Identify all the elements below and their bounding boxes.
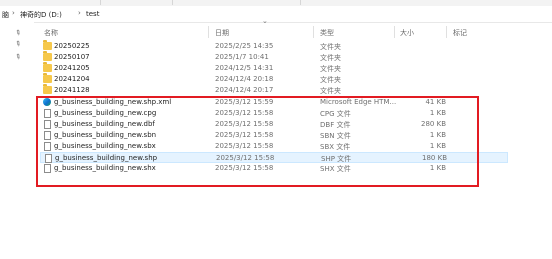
column-header-size[interactable]: 大小 bbox=[400, 28, 414, 38]
file-date: 2025/1/7 10:41 bbox=[215, 53, 269, 61]
file-type: 文件夹 bbox=[320, 65, 341, 73]
list-item[interactable]: 20241128 2024/12/4 20:17 文件夹 bbox=[40, 84, 508, 96]
breadcrumb-drive-d[interactable]: 神奇的D (D:) bbox=[20, 10, 62, 20]
sort-chevron-icon: ⌄ bbox=[262, 17, 268, 25]
column-header-tag[interactable]: 标记 bbox=[453, 28, 467, 38]
folder-icon bbox=[43, 84, 52, 94]
column-header-row: 名称 日期 类型 大小 标记 bbox=[34, 24, 552, 38]
file-date: 2024/12/5 14:31 bbox=[215, 64, 274, 72]
ribbon-divider bbox=[172, 0, 173, 5]
list-item[interactable]: 20241205 2024/12/5 14:31 文件夹 bbox=[40, 62, 508, 74]
column-header-type[interactable]: 类型 bbox=[320, 28, 334, 38]
column-divider[interactable] bbox=[313, 26, 314, 38]
column-divider[interactable] bbox=[446, 26, 447, 38]
folder-icon bbox=[43, 62, 52, 72]
highlight-annotation-box bbox=[36, 96, 479, 187]
list-item[interactable]: 20250225 2025/2/25 14:35 文件夹 bbox=[40, 40, 508, 52]
file-type: 文件夹 bbox=[320, 43, 341, 51]
file-name: 20250107 bbox=[54, 53, 90, 61]
file-name: 20241205 bbox=[54, 64, 90, 72]
list-item[interactable]: 20250107 2025/1/7 10:41 文件夹 bbox=[40, 51, 508, 63]
chevron-right-icon[interactable]: › bbox=[12, 9, 15, 17]
file-date: 2024/12/4 20:18 bbox=[215, 75, 274, 83]
folder-icon bbox=[43, 40, 52, 50]
column-divider[interactable] bbox=[394, 26, 395, 38]
file-type: 文件夹 bbox=[320, 87, 341, 95]
folder-icon bbox=[43, 73, 52, 83]
navigation-pane: ✎ ✎ ✎ bbox=[0, 22, 34, 259]
column-header-date[interactable]: 日期 bbox=[215, 28, 229, 38]
column-header-name[interactable]: 名称 bbox=[44, 28, 58, 38]
pin-icon[interactable]: ✎ bbox=[13, 39, 22, 49]
chevron-right-icon[interactable]: › bbox=[78, 9, 81, 17]
file-date: 2025/2/25 14:35 bbox=[215, 42, 274, 50]
breadcrumb-test[interactable]: test bbox=[86, 10, 99, 18]
ribbon-divider bbox=[100, 0, 101, 5]
column-divider[interactable] bbox=[208, 26, 209, 38]
pin-icon[interactable]: ✎ bbox=[13, 52, 22, 62]
file-type: 文件夹 bbox=[320, 54, 341, 62]
file-name: 20241204 bbox=[54, 75, 90, 83]
pin-icon[interactable]: ✎ bbox=[13, 28, 22, 38]
address-bar[interactable]: 脑 › 神奇的D (D:) › test bbox=[0, 6, 552, 23]
file-name: 20250225 bbox=[54, 42, 90, 50]
file-type: 文件夹 bbox=[320, 76, 341, 84]
folder-icon bbox=[43, 51, 52, 61]
file-name: 20241128 bbox=[54, 86, 90, 94]
ribbon-divider bbox=[300, 0, 301, 5]
list-item[interactable]: 20241204 2024/12/4 20:18 文件夹 bbox=[40, 73, 508, 85]
file-date: 2024/12/4 20:17 bbox=[215, 86, 274, 94]
breadcrumb-this-pc[interactable]: 脑 bbox=[2, 10, 9, 20]
